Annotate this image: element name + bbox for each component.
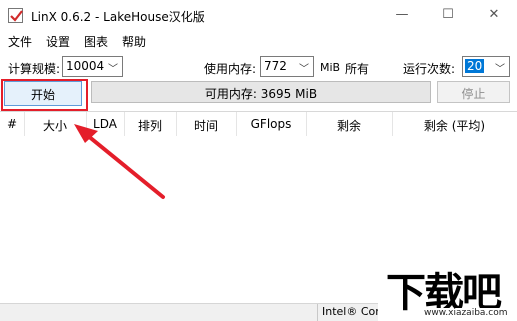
memory-value: 772 — [264, 59, 287, 73]
runs-select[interactable]: 20 ﹀ — [462, 56, 510, 77]
menu-file[interactable]: 文件 — [8, 33, 32, 50]
chevron-down-icon: ﹀ — [495, 64, 505, 75]
cpu-info: Intel® Core — [322, 305, 387, 318]
memory-unit: MiB — [320, 61, 341, 74]
column-header-index[interactable]: # — [0, 112, 25, 136]
stop-button[interactable]: 停止 — [437, 81, 510, 103]
all-memory-option[interactable]: 所有 — [345, 60, 369, 77]
stop-button-label: 停止 — [461, 87, 486, 101]
column-header-remaining[interactable]: 剩余 — [306, 112, 393, 136]
chevron-down-icon: ﹀ — [108, 64, 118, 75]
column-header-lda[interactable]: LDA — [86, 112, 125, 136]
maximize-button[interactable]: ☐ — [425, 0, 471, 32]
minimize-icon: — — [395, 7, 409, 22]
column-header-time[interactable]: 时间 — [176, 112, 237, 136]
column-header-remaining-avg[interactable]: 剩余 (平均) — [392, 112, 517, 136]
menu-bar: 文件 设置 图表 帮助 — [0, 32, 517, 52]
app-check-icon — [8, 8, 23, 23]
runs-value: 20 — [465, 59, 485, 73]
menu-settings[interactable]: 设置 — [46, 33, 70, 50]
problem-size-select[interactable]: 10004 ﹀ — [62, 56, 123, 77]
memory-select[interactable]: 772 ﹀ — [260, 56, 314, 77]
minimize-button[interactable]: — — [379, 0, 425, 32]
watermark-url: www.xiazaiba.com — [422, 308, 510, 318]
problem-size-value: 10004 — [66, 59, 105, 73]
column-header-align[interactable]: 排列 — [124, 112, 177, 136]
memory-label: 使用内存: — [204, 62, 257, 76]
title-bar: LinX 0.6.2 - LakeHouse汉化版 — ☐ ✕ — [0, 0, 517, 32]
close-button[interactable]: ✕ — [471, 0, 517, 32]
runs-label: 运行次数: — [403, 62, 456, 76]
chevron-down-icon: ﹀ — [299, 64, 309, 75]
available-memory-bar: 可用内存: 3695 MiB — [91, 81, 431, 103]
column-header-gflops[interactable]: GFlops — [236, 112, 307, 136]
menu-chart[interactable]: 图表 — [84, 33, 108, 50]
watermark: 下载吧 www.xiazaiba.com — [378, 260, 517, 321]
column-header-size[interactable]: 大小 — [24, 112, 87, 136]
close-icon: ✕ — [488, 7, 500, 22]
highlight-box — [1, 79, 88, 111]
available-memory-text: 可用内存: 3695 MiB — [204, 87, 318, 101]
menu-help[interactable]: 帮助 — [122, 33, 146, 50]
maximize-icon: ☐ — [442, 7, 454, 22]
window-title: LinX 0.6.2 - LakeHouse汉化版 — [31, 10, 205, 24]
status-segment — [0, 304, 318, 321]
problem-size-label: 计算规模: — [8, 62, 61, 76]
